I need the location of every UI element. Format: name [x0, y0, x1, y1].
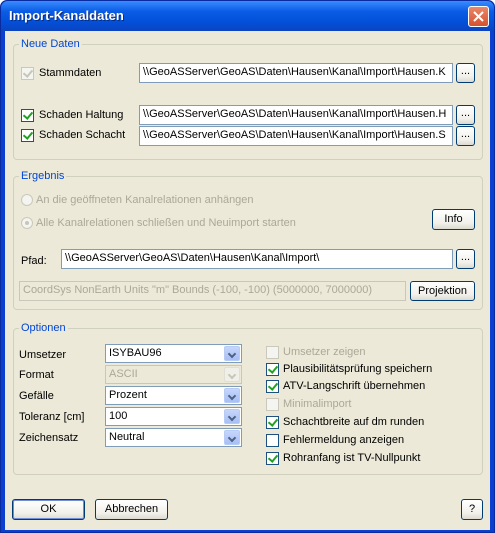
pfad-browse-button[interactable]: ...	[456, 249, 475, 269]
format-value: ASCII	[109, 368, 138, 380]
window-title: Import-Kanaldaten	[9, 8, 124, 23]
pfad-field[interactable]: \\GeoASServer\GeoAS\Daten\Hausen\Kanal\I…	[61, 249, 453, 269]
atv-langschrift-label: ATV-Langschrift übernehmen	[283, 380, 426, 392]
gefaelle-label: Gefälle	[19, 390, 54, 402]
stammdaten-label: Stammdaten	[39, 67, 102, 79]
radio-reimport-label: Alle Kanalrelationen schließen und Neuim…	[36, 217, 296, 229]
help-button[interactable]: ?	[461, 499, 483, 520]
fehlermeldung-label: Fehlermeldung anzeigen	[283, 434, 405, 446]
gefaelle-value: Prozent	[109, 389, 147, 401]
radio-append[interactable]	[21, 194, 33, 206]
haltung-checkbox[interactable]	[21, 109, 34, 122]
coordsys-field: CoordSys NonEarth Units "m" Bounds (-100…	[19, 281, 406, 301]
chevron-down-icon[interactable]	[224, 388, 240, 403]
toleranz-select[interactable]: 100	[105, 407, 242, 426]
zeichensatz-select[interactable]: Neutral	[105, 428, 242, 447]
umsetzer-zeigen-checkbox[interactable]	[266, 346, 279, 359]
stammdaten-checkbox[interactable]	[21, 67, 34, 80]
umsetzer-zeigen-label: Umsetzer zeigen	[283, 346, 366, 358]
chevron-down-icon[interactable]	[224, 430, 240, 445]
gefaelle-select[interactable]: Prozent	[105, 386, 242, 405]
zeichensatz-value: Neutral	[109, 431, 145, 443]
plausibilitaet-label: Plausibilitätsprüfung speichern	[283, 363, 433, 375]
group-neue-daten-label: Neue Daten	[19, 38, 82, 50]
haltung-browse-button[interactable]: ...	[456, 105, 475, 125]
stammdaten-path-field[interactable]: \\GeoASServer\GeoAS\Daten\Hausen\Kanal\I…	[139, 63, 453, 83]
haltung-path-field[interactable]: \\GeoASServer\GeoAS\Daten\Hausen\Kanal\I…	[139, 105, 453, 125]
schacht-label: Schaden Schacht	[39, 129, 126, 141]
rohranfang-label: Rohranfang ist TV-Nullpunkt	[283, 452, 421, 464]
atv-langschrift-checkbox[interactable]	[266, 380, 279, 393]
projektion-button[interactable]: Projektion	[410, 281, 475, 301]
title-bar[interactable]: Import-Kanaldaten	[1, 1, 494, 31]
fehlermeldung-checkbox[interactable]	[266, 434, 279, 447]
close-button[interactable]	[468, 6, 489, 27]
chevron-down-icon[interactable]	[224, 367, 240, 382]
info-button[interactable]: Info	[432, 209, 475, 230]
schacht-checkbox[interactable]	[21, 129, 34, 142]
group-optionen-label: Optionen	[19, 322, 68, 334]
rohranfang-checkbox[interactable]	[266, 452, 279, 465]
pfad-label: Pfad:	[21, 255, 47, 267]
umsetzer-select[interactable]: ISYBAU96	[105, 344, 242, 363]
format-select[interactable]: ASCII	[105, 365, 242, 384]
zeichensatz-label: Zeichensatz	[19, 432, 79, 444]
abbrechen-button[interactable]: Abbrechen	[95, 499, 168, 520]
stammdaten-browse-button[interactable]: ...	[456, 63, 475, 83]
minimalimport-label: Minimalimport	[283, 398, 352, 410]
chevron-down-icon[interactable]	[224, 409, 240, 424]
plausibilitaet-checkbox[interactable]	[266, 363, 279, 376]
minimalimport-checkbox[interactable]	[266, 398, 279, 411]
radio-append-label: An die geöffneten Kanalrelationen anhäng…	[36, 194, 254, 206]
radio-reimport[interactable]	[21, 217, 33, 229]
schacht-browse-button[interactable]: ...	[456, 126, 475, 146]
schachtbreite-label: Schachtbreite auf dm runden	[283, 416, 425, 428]
format-label: Format	[19, 369, 54, 381]
chevron-down-icon[interactable]	[224, 346, 240, 361]
group-ergebnis-label: Ergebnis	[19, 170, 67, 182]
dialog-window: Import-Kanaldaten Neue Daten Stammdaten …	[0, 0, 495, 533]
umsetzer-value: ISYBAU96	[109, 347, 162, 359]
schachtbreite-checkbox[interactable]	[266, 416, 279, 429]
ok-button[interactable]: OK	[12, 499, 85, 520]
dialog-client: Neue Daten Stammdaten \\GeoASServer\GeoA…	[5, 31, 490, 530]
schacht-path-field[interactable]: \\GeoASServer\GeoAS\Daten\Hausen\Kanal\I…	[139, 126, 453, 146]
toleranz-value: 100	[109, 410, 128, 422]
haltung-label: Schaden Haltung	[39, 109, 124, 121]
close-icon	[473, 11, 484, 22]
umsetzer-label: Umsetzer	[19, 349, 67, 361]
toleranz-label: Toleranz [cm]	[19, 411, 85, 423]
